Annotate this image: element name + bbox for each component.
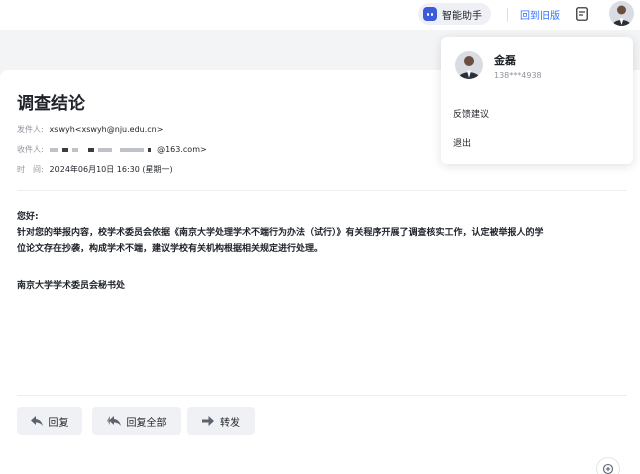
redacted-block <box>119 147 144 152</box>
note-icon[interactable] <box>576 7 588 21</box>
top-bar: 智能助手 回到旧版 <box>0 0 640 30</box>
from-label: 发件人: <box>17 125 44 134</box>
from-value[interactable]: xswyh<xswyh@nju.edu.cn> <box>50 125 164 134</box>
logout-menu-item[interactable]: 退出 <box>453 136 471 149</box>
feedback-menu-item[interactable]: 反馈建议 <box>453 107 489 120</box>
time-row: 时 间: 2024年06月10日 16:30 (星期一) <box>17 164 173 175</box>
redacted-block <box>71 147 78 152</box>
avatar <box>455 51 483 79</box>
robot-icon <box>423 7 437 21</box>
assistant-button[interactable]: 智能助手 <box>418 3 491 25</box>
reply-icon <box>30 416 43 426</box>
from-row: 发件人: xswyh<xswyh@nju.edu.cn> <box>17 124 163 135</box>
to-label: 收件人: <box>17 145 44 154</box>
redacted-block <box>147 147 151 152</box>
reply-all-icon <box>106 416 121 426</box>
time-value: 2024年06月10日 16:30 (星期一) <box>49 165 173 174</box>
mail-subject: 调查结论 <box>17 94 85 114</box>
reply-button[interactable]: 回复 <box>17 407 82 435</box>
zoom-button[interactable] <box>596 457 620 474</box>
footer-divider <box>17 395 627 396</box>
forward-button[interactable]: 转发 <box>187 407 255 435</box>
body-paragraph-line: 针对您的举报内容，校学术委员会依据《南京大学处理学术不端行为办法（试行）》有关程… <box>17 228 544 238</box>
to-row: 收件人: @163.com> <box>17 144 207 155</box>
zoom-icon <box>602 463 614 474</box>
reply-all-button[interactable]: 回复全部 <box>92 407 181 435</box>
assistant-label: 智能助手 <box>442 10 482 22</box>
redacted-block <box>87 147 94 152</box>
time-label: 时 间: <box>17 165 44 174</box>
user-name: 金磊 <box>494 54 516 67</box>
reply-label: 回复 <box>48 417 69 429</box>
avatar[interactable] <box>609 1 634 26</box>
user-menu-popover: 金磊 138***4938 反馈建议 退出 <box>441 37 633 164</box>
to-value[interactable]: @163.com> <box>157 145 207 154</box>
signature: 南京大学学术委员会秘书处 <box>17 281 126 291</box>
divider <box>507 8 508 22</box>
reply-all-label: 回复全部 <box>126 417 167 429</box>
body-paragraph-line: 位论文存在抄袭，构成学术不端，建议学校有关机构根据相关规定进行处理。 <box>17 244 324 254</box>
redacted-block <box>49 147 58 152</box>
forward-icon <box>202 416 214 426</box>
forward-label: 转发 <box>220 417 240 429</box>
greeting: 您好: <box>17 212 39 222</box>
header-divider <box>17 190 627 191</box>
old-version-link[interactable]: 回到旧版 <box>520 7 560 22</box>
redacted-block <box>97 147 112 152</box>
user-phone: 138***4938 <box>494 71 542 80</box>
redacted-block <box>61 147 68 152</box>
